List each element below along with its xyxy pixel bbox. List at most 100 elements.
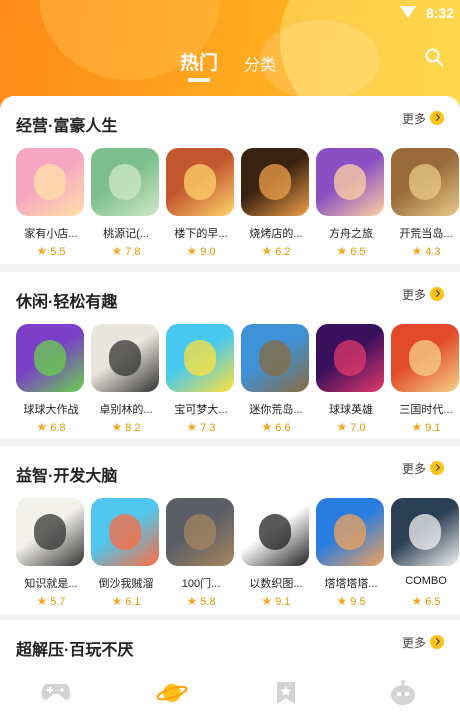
tab-hot[interactable]: 热门 — [180, 48, 218, 82]
rating-value: 6.5 — [425, 596, 441, 608]
more-button[interactable]: 更多 — [402, 109, 444, 127]
star-icon: ★ — [111, 420, 123, 434]
game-rating: ★ 6.2 — [241, 244, 311, 258]
game-name: 开荒当岛... — [399, 228, 453, 240]
star-icon: ★ — [186, 594, 198, 608]
game-item[interactable]: COMBO ★ 6.5 — [391, 498, 460, 608]
star-icon: ★ — [111, 244, 123, 258]
game-rating: ★ 4.3 — [391, 244, 460, 258]
chevron-right-icon — [430, 461, 444, 475]
game-icon — [16, 324, 84, 392]
star-icon: ★ — [186, 420, 198, 434]
game-rating: ★ 5.8 — [166, 594, 236, 608]
game-icon — [91, 148, 159, 216]
star-icon: ★ — [336, 244, 348, 258]
game-icon — [391, 148, 459, 216]
game-item[interactable]: 楼下的早... ★ 9.0 — [166, 148, 236, 258]
game-rating: ★ 9.5 — [316, 594, 386, 608]
status-bar: 8:32 — [0, 0, 460, 26]
robot-icon[interactable] — [388, 680, 418, 706]
game-item[interactable]: 卓别林的... ★ 8.2 — [91, 324, 161, 434]
star-icon: ★ — [186, 244, 198, 258]
game-item[interactable]: 开荒当岛... ★ 4.3 — [391, 148, 460, 258]
game-name: 球球英雄 — [329, 404, 373, 416]
game-icon — [241, 324, 309, 392]
section-business: 经营·富豪人生 更多 家有小店... ★ 5.5 桃源记(... ★ 7.8 楼下的早...… — [0, 96, 460, 264]
bottom-nav — [0, 672, 460, 712]
game-item[interactable]: 知识就是... ★ 5.7 — [16, 498, 86, 608]
game-item[interactable]: 烧烤店的... ★ 6.2 — [241, 148, 311, 258]
gamepad-icon[interactable] — [40, 680, 71, 706]
game-icon — [391, 498, 459, 566]
game-rating: ★ 6.5 — [391, 594, 460, 608]
rating-value: 9.1 — [275, 596, 291, 608]
rating-value: 7.8 — [125, 246, 141, 258]
rating-value: 5.8 — [200, 596, 216, 608]
game-rating: ★ 6.5 — [316, 244, 386, 258]
rating-value: 5.7 — [50, 596, 66, 608]
more-button[interactable]: 更多 — [402, 285, 444, 303]
game-name: 三国时代... — [399, 404, 453, 416]
game-rating: ★ 8.2 — [91, 420, 161, 434]
game-icon — [16, 498, 84, 566]
tab-category[interactable]: 分类 — [244, 51, 276, 75]
star-icon: ★ — [36, 594, 48, 608]
rating-value: 5.5 — [50, 246, 66, 258]
game-item[interactable]: 家有小店... ★ 5.5 — [16, 148, 86, 258]
bookmark-star-icon[interactable] — [274, 680, 304, 706]
game-icon — [391, 324, 459, 392]
more-button[interactable]: 更多 — [402, 633, 444, 651]
chevron-right-icon — [430, 635, 444, 649]
game-item[interactable]: 球球英雄 ★ 7.0 — [316, 324, 386, 434]
search-icon[interactable] — [424, 47, 444, 67]
game-rating: ★ 6.6 — [241, 420, 311, 434]
star-icon: ★ — [36, 244, 48, 258]
rating-value: 9.1 — [425, 422, 441, 434]
game-name: 知识就是... — [24, 578, 78, 590]
chevron-right-icon — [430, 111, 444, 125]
game-rating: ★ 7.0 — [316, 420, 386, 434]
game-list: 球球大作战 ★ 6.8 卓别林的... ★ 8.2 宝可梦大... ★ 7.3 迷你荒岛... ★ 6… — [16, 324, 460, 434]
rating-value: 6.5 — [350, 246, 366, 258]
game-icon — [316, 324, 384, 392]
game-item[interactable]: 以数织图... ★ 9.1 — [241, 498, 311, 608]
star-icon: ★ — [111, 594, 123, 608]
game-item[interactable]: 球球大作战 ★ 6.8 — [16, 324, 86, 434]
game-name: 100门... — [181, 578, 221, 590]
game-icon — [166, 324, 234, 392]
game-item[interactable]: 宝可梦大... ★ 7.3 — [166, 324, 236, 434]
game-item[interactable]: 桃源记(... ★ 7.8 — [91, 148, 161, 258]
game-rating: ★ 6.8 — [16, 420, 86, 434]
game-item[interactable]: 迷你荒岛... ★ 6.6 — [241, 324, 311, 434]
game-icon — [241, 498, 309, 566]
section-title: 超解压·百玩不厌 — [16, 642, 134, 659]
game-icon — [241, 148, 309, 216]
game-rating: ★ 5.5 — [16, 244, 86, 258]
game-item[interactable]: 100门... ★ 5.8 — [166, 498, 236, 608]
tab-active-indicator — [188, 78, 210, 82]
top-tabs: 热门 分类 — [0, 46, 460, 86]
rating-value: 6.2 — [275, 246, 291, 258]
game-item[interactable]: 倒沙我贼溜 ★ 6.1 — [91, 498, 161, 608]
star-icon: ★ — [261, 594, 273, 608]
game-name: 球球大作战 — [23, 404, 79, 416]
section-title: 经营·富豪人生 — [16, 118, 118, 135]
game-name: 家有小店... — [24, 228, 78, 240]
game-icon — [316, 148, 384, 216]
game-list: 知识就是... ★ 5.7 倒沙我贼溜 ★ 6.1 100门... ★ 5.8 以数织图... ★ 9… — [16, 498, 460, 608]
more-button[interactable]: 更多 — [402, 459, 444, 477]
game-item[interactable]: 三国时代... ★ 9.1 — [391, 324, 460, 434]
rating-value: 7.0 — [350, 422, 366, 434]
game-item[interactable]: 方舟之旅 ★ 6.5 — [316, 148, 386, 258]
star-icon: ★ — [411, 420, 423, 434]
game-icon — [166, 148, 234, 216]
planet-icon[interactable] — [156, 680, 188, 706]
game-item[interactable]: 塔塔塔塔... ★ 9.5 — [316, 498, 386, 608]
game-icon — [91, 498, 159, 566]
star-icon: ★ — [411, 244, 423, 258]
wifi-icon — [400, 6, 416, 18]
tab-category-label: 分类 — [244, 57, 277, 74]
game-rating: ★ 9.1 — [391, 420, 460, 434]
game-rating: ★ 7.3 — [166, 420, 236, 434]
game-icon — [16, 148, 84, 216]
